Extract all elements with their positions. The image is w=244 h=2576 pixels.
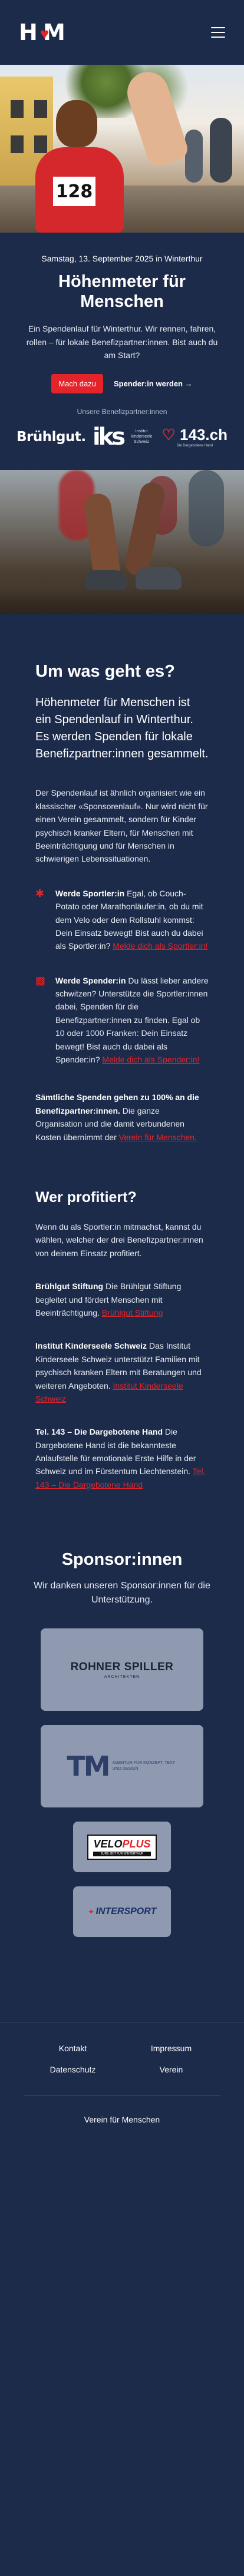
association-link[interactable]: Verein für Menschen. <box>119 1133 197 1142</box>
hero-actions: Mach dazu Spender:in werden → <box>17 373 227 393</box>
feature-athlete-text: Werde Sportler:in Egal, ob Couch-Potato … <box>55 888 208 951</box>
iks-logo[interactable]: iks Institut Kinderseele Schweiz <box>93 425 155 449</box>
sponsor-tm-agentur[interactable]: TM AGENTUR FÜR KONZEPT, TEXT UND DESIGN <box>41 1725 203 1808</box>
site-header: H M ♥ <box>0 0 244 65</box>
sponsors-title: Sponsor:innen <box>61 1550 183 1570</box>
hero-title: Höhenmeter für Menschen <box>58 272 186 312</box>
event-date: Samstag, 13. September 2025 in Winterthu… <box>41 254 203 263</box>
runner-figure: 128 <box>24 88 130 233</box>
feature-donor-text: Werde Spender:in Du lässt lieber andere … <box>55 975 209 1065</box>
feature-athlete: ✱ Werde Sportler:in Egal, ob Couch-Potat… <box>35 887 209 953</box>
sponsors-lead: Wir danken unseren Sponsor:innen für die… <box>34 1581 210 1605</box>
heart-icon: ♥ <box>40 25 50 42</box>
tm-mark: TM <box>67 1750 110 1783</box>
beneficiaries-title: Wer profitiert? <box>35 1189 137 1206</box>
sponsors-section: Sponsor:innen Wir danken unseren Sponsor… <box>0 1527 244 2022</box>
tel143-sub: Die Dargebotene Hand <box>176 444 213 448</box>
about-lead: Höhenmeter für Menschen ist ein Spendenl… <box>35 696 209 761</box>
beneficiaries-section: Wer profitiert? Wenn du als Sportler:in … <box>0 1167 244 1527</box>
footer-copyright: Verein für Menschen <box>84 2115 160 2125</box>
beneficiary-iks: Institut Kinderseele Schweiz Das Institu… <box>35 1341 202 1403</box>
race-bib: 128 <box>53 177 95 206</box>
beneficiaries-intro: Wenn du als Sportler:in mitmachst, kanns… <box>35 1222 203 1258</box>
tel143-logo[interactable]: ♡ 143.ch Die Dargebotene Hand <box>161 426 227 448</box>
iks-text: Institut Kinderseele Schweiz <box>130 429 153 445</box>
footer-link-kontakt[interactable]: Kontakt <box>24 2044 122 2053</box>
partners-caption: Unsere Benefizpartner:innen <box>77 407 167 416</box>
tm-sub: AGENTUR FÜR KONZEPT, TEXT UND DESIGN <box>112 1761 175 1772</box>
about-section: Um was geht es? Höhenmeter für Menschen … <box>0 614 244 1167</box>
footer-link-verein[interactable]: Verein <box>122 2065 220 2074</box>
running-feet-image <box>0 469 244 614</box>
footer-link-impressum[interactable]: Impressum <box>122 2044 220 2053</box>
intersport-name: INTERSPORT <box>95 1906 157 1917</box>
site-logo[interactable]: H M ♥ <box>19 19 78 46</box>
intersport-star-icon: ✦ <box>87 1906 95 1916</box>
heart-circle-icon: ♡ <box>161 426 176 444</box>
velo-plus: PLUS <box>122 1837 151 1850</box>
register-donor-link[interactable]: Melde dich als Spender:in! <box>102 1055 199 1064</box>
feature-donor: ▩ Werde Spender:in Du lässt lieber ander… <box>35 974 209 1067</box>
hero-section: Samstag, 13. September 2025 in Winterthu… <box>0 233 244 470</box>
velo-sub: EURE ZEIT FÜR WINTERTHUR <box>93 1851 151 1856</box>
money-bill-icon: ▩ <box>35 974 46 986</box>
hero-image: 128 <box>0 65 244 233</box>
beneficiary-bruehlgut: Brühlgut Stiftung Die Brühlgut Stiftung … <box>35 1282 182 1317</box>
register-athlete-link[interactable]: Melde dich als Sportler:in! <box>113 941 207 951</box>
bruehlgut-link[interactable]: Brühlgut Stiftung <box>102 1308 163 1317</box>
footer-nav: Kontakt Impressum Datenschutz Verein <box>24 2044 220 2097</box>
sponsor-intersport[interactable]: ✦ INTERSPORT <box>73 1886 171 1938</box>
rohner-sub: ARCHITEKTEN <box>104 1674 140 1679</box>
partner-logos: Brühlgut. iks Institut Kinderseele Schwe… <box>17 425 227 449</box>
donation-note: Sämtliche Spenden gehen zu 100% an die B… <box>35 1092 199 1142</box>
footer-link-datenschutz[interactable]: Datenschutz <box>24 2065 122 2074</box>
about-body: Der Spendenlauf ist ähnlich organisiert … <box>35 788 208 864</box>
hamburger-menu-icon[interactable] <box>211 27 225 38</box>
become-donor-link[interactable]: Spender:in werden → <box>114 379 193 388</box>
beneficiary-tel143: Tel. 143 – Die Dargebotene Hand Die Darg… <box>35 1427 206 1489</box>
rohner-name: ROHNER SPILLER <box>70 1660 174 1673</box>
about-title: Um was geht es? <box>35 661 175 681</box>
iks-mark: iks <box>92 423 126 451</box>
site-footer: Kontakt Impressum Datenschutz Verein Ver… <box>0 2022 244 2141</box>
sponsor-rohner-spiller[interactable]: ROHNER SPILLER ARCHITEKTEN <box>41 1628 203 1711</box>
participate-button[interactable]: Mach dazu <box>51 373 103 393</box>
tel143-text: 143.ch <box>180 426 227 444</box>
running-person-icon: ✱ <box>35 887 45 899</box>
velo-name: VELO <box>93 1837 123 1850</box>
sponsor-veloplus[interactable]: VELOPLUS EURE ZEIT FÜR WINTERTHUR <box>73 1822 171 1873</box>
bruehlgut-logo[interactable]: Brühlgut. <box>17 429 86 445</box>
hero-lead: Ein Spendenlauf für Winterthur. Wir renn… <box>26 324 218 360</box>
